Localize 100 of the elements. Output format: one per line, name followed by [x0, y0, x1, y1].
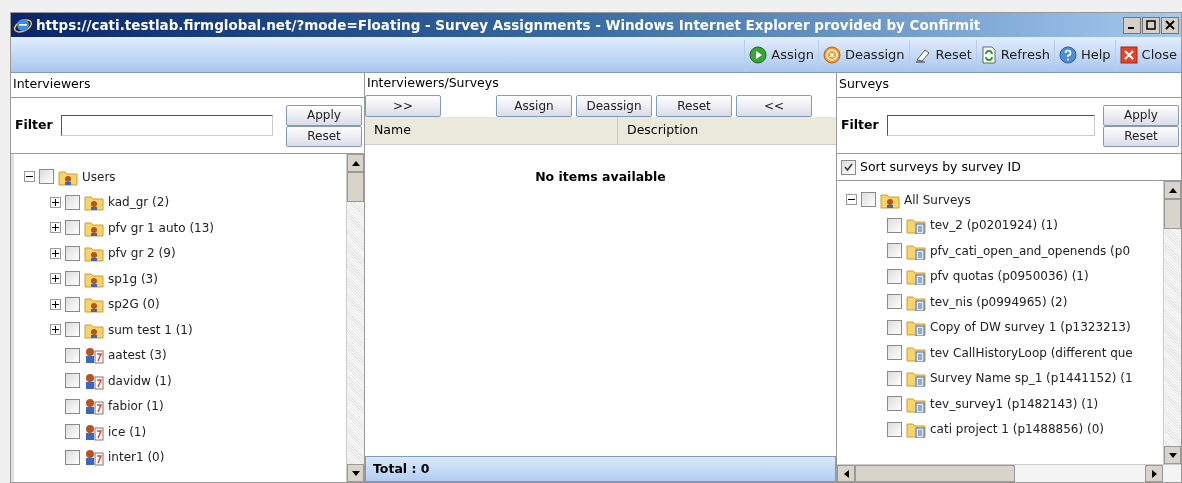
- scrollbar-thumb[interactable]: [347, 172, 364, 202]
- vertical-scrollbar[interactable]: [1163, 181, 1181, 464]
- checkbox[interactable]: [65, 347, 80, 363]
- tree-item-label[interactable]: tev_2 (p0201924) (1): [930, 216, 1058, 235]
- tree-item-label[interactable]: Copy of DW survey 1 (p1323213): [930, 318, 1131, 337]
- plus-icon: [52, 326, 59, 334]
- sort-option-label[interactable]: Sort surveys by survey ID: [860, 157, 1021, 177]
- checkbox[interactable]: [65, 220, 80, 236]
- tree-item-label[interactable]: cati project 1 (p1488856) (0): [930, 420, 1104, 439]
- expand-toggle[interactable]: [50, 298, 61, 310]
- help-icon: [1058, 45, 1077, 64]
- expand-toggle[interactable]: [50, 222, 61, 234]
- scroll-up-arrow-icon: [1168, 187, 1177, 193]
- checkbox[interactable]: [887, 268, 902, 284]
- scroll-down-arrow-icon: [1168, 452, 1177, 458]
- checkbox[interactable]: [65, 322, 80, 338]
- close-window-icon[interactable]: [1161, 16, 1179, 34]
- assignment-button[interactable]: >>: [365, 95, 441, 117]
- assignment-button[interactable]: Deassign: [576, 95, 652, 117]
- checkbox[interactable]: [65, 449, 80, 465]
- tree-item-label[interactable]: aatest (3): [108, 346, 167, 365]
- checkbox[interactable]: [65, 194, 80, 210]
- assignment-button[interactable]: Assign: [496, 95, 572, 117]
- checkbox[interactable]: [65, 271, 80, 287]
- assignment-button[interactable]: <<: [736, 95, 812, 117]
- panel-title: Interviewers: [11, 73, 364, 98]
- tree-item-label[interactable]: tev CallHistoryLoop (different que: [930, 343, 1133, 362]
- minimize-window-icon[interactable]: [1123, 16, 1141, 34]
- tree-item-label[interactable]: fabior (1): [108, 397, 164, 416]
- total-bar: Total : 0: [365, 456, 836, 482]
- toolbar-button[interactable]: Assign: [744, 39, 818, 70]
- checkbox[interactable]: [39, 169, 54, 185]
- apply-button[interactable]: Apply: [1103, 104, 1179, 126]
- tree-item-label[interactable]: ice (1): [108, 422, 147, 441]
- checkbox[interactable]: [65, 296, 80, 312]
- column-header[interactable]: Description: [618, 117, 836, 144]
- tree-item-label[interactable]: sum test 1 (1): [108, 320, 193, 339]
- checkbox[interactable]: [887, 217, 902, 233]
- toolbar-button[interactable]: Reset: [908, 39, 976, 70]
- toolbar-button[interactable]: Deassign: [817, 39, 909, 70]
- checkbox[interactable]: [65, 424, 80, 440]
- expand-toggle[interactable]: [50, 324, 61, 336]
- checkbox[interactable]: [887, 319, 902, 335]
- checkbox[interactable]: [887, 294, 902, 310]
- column-header[interactable]: Name: [365, 117, 618, 144]
- cancel-circle-icon: [822, 45, 841, 64]
- checkbox[interactable]: [861, 192, 876, 208]
- expand-toggle[interactable]: [50, 196, 61, 208]
- tree-item-label[interactable]: Survey Name sp_1 (p1441152) (1: [930, 369, 1133, 388]
- tree-item-label[interactable]: inter1 (0): [108, 448, 165, 467]
- reset-button[interactable]: Reset: [286, 125, 362, 147]
- horizontal-scrollbar[interactable]: [837, 464, 1181, 482]
- tree-item-label[interactable]: pfv gr 2 (9): [108, 244, 176, 263]
- assignment-button[interactable]: Reset: [656, 95, 732, 117]
- tree-item-label[interactable]: sp2G (0): [108, 295, 160, 314]
- checkbox[interactable]: [65, 398, 80, 414]
- plus-icon: [52, 198, 59, 206]
- scrollbar-thumb[interactable]: [855, 465, 1015, 482]
- user-group-folder-icon: [84, 193, 104, 212]
- tree-item-label[interactable]: All Surveys: [904, 190, 971, 209]
- checkbox[interactable]: [841, 159, 856, 175]
- user-group-folder-icon: [84, 295, 104, 314]
- apply-button[interactable]: Apply: [286, 104, 362, 126]
- checkbox[interactable]: [887, 370, 902, 386]
- toolbar-button[interactable]: Refresh: [975, 39, 1054, 70]
- checkbox[interactable]: [887, 396, 902, 412]
- collapse-toggle[interactable]: [846, 194, 857, 206]
- reset-button[interactable]: Reset: [1103, 125, 1179, 147]
- checkbox[interactable]: [887, 345, 902, 361]
- plus-icon: [52, 300, 59, 308]
- user-card-icon: [84, 422, 104, 441]
- tree-item-label[interactable]: Users: [82, 167, 116, 186]
- tree-item-label[interactable]: tev_survey1 (p1482143) (1): [930, 394, 1099, 413]
- tree-item-label[interactable]: pfv_cati_open_and_openends (p0: [930, 241, 1130, 260]
- expand-toggle[interactable]: [50, 247, 61, 259]
- user-group-folder-icon: [84, 244, 104, 263]
- tree-item-label[interactable]: davidw (1): [108, 371, 172, 390]
- tree-item-label[interactable]: pfv gr 1 auto (13): [108, 218, 215, 237]
- filter-input[interactable]: [886, 115, 1095, 136]
- toolbar-button[interactable]: Close: [1114, 39, 1181, 70]
- checkbox[interactable]: [65, 245, 80, 261]
- refresh-document-icon: [980, 45, 997, 64]
- vertical-scrollbar[interactable]: [346, 154, 364, 482]
- tree-item-label[interactable]: sp1g (3): [108, 269, 158, 288]
- checkbox[interactable]: [887, 421, 902, 437]
- collapse-toggle[interactable]: [24, 171, 35, 183]
- checkbox[interactable]: [65, 373, 80, 389]
- filter-input[interactable]: [60, 115, 273, 136]
- checkbox[interactable]: [887, 243, 902, 259]
- toolbar-button[interactable]: Help: [1053, 39, 1115, 70]
- maximize-window-icon[interactable]: [1142, 16, 1160, 34]
- survey-folder-icon: [906, 216, 926, 235]
- tree-item-label[interactable]: pfv quotas (p0950036) (1): [930, 267, 1089, 286]
- tree-item-label[interactable]: kad_gr (2): [108, 193, 170, 212]
- expand-toggle[interactable]: [50, 273, 61, 285]
- scrollbar-thumb[interactable]: [1164, 199, 1181, 229]
- user-card-icon: [84, 448, 104, 467]
- user-card-icon: [84, 397, 104, 416]
- survey-folder-icon: [906, 369, 926, 388]
- tree-item-label[interactable]: tev_nis (p0994965) (2): [930, 292, 1068, 311]
